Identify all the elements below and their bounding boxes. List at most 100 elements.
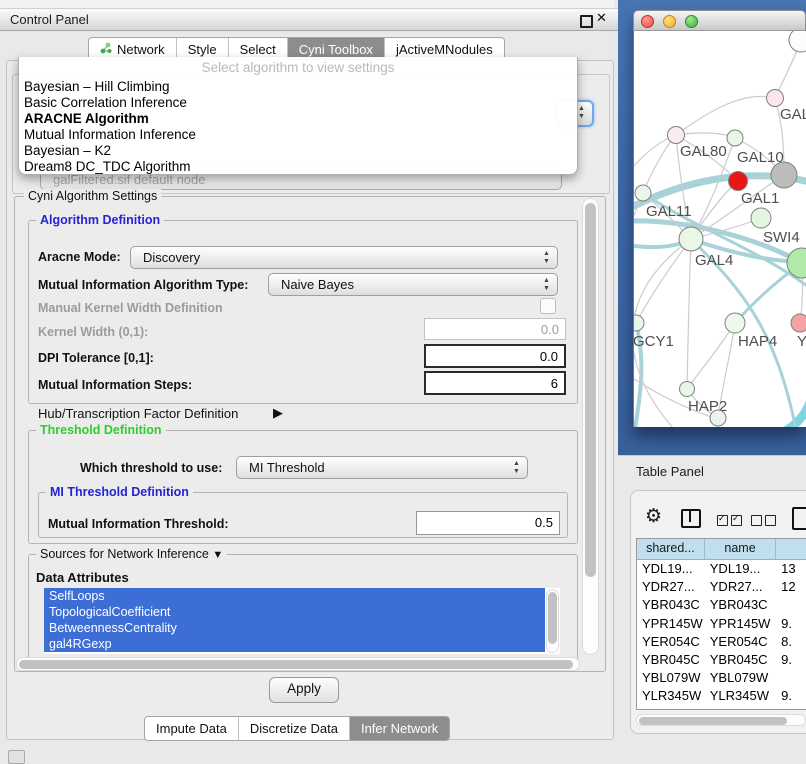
network-canvas[interactable]: GALGAL80GAL10GAL1GAL11SWI4GAL4GCY1HAP4YH…	[633, 31, 806, 427]
node-hap2[interactable]	[680, 382, 695, 397]
table-row[interactable]: YBL079WYBL079W	[637, 669, 806, 687]
node-gal4[interactable]	[679, 227, 703, 251]
table-row[interactable]: YIL052CYIL052C9	[637, 706, 806, 711]
network-window-titlebar[interactable]	[633, 10, 806, 31]
node-gray[interactable]	[771, 162, 797, 188]
top-strip	[0, 0, 614, 8]
tab-discretize-data[interactable]: Discretize Data	[238, 717, 349, 740]
algorithm-option[interactable]: Dream8 DC_TDC Algorithm	[19, 159, 577, 175]
attributes-scrollbar-thumb[interactable]	[548, 592, 557, 644]
settings-box-title: Cyni Algorithm Settings	[24, 189, 161, 203]
deselect-all-checkboxes-icon[interactable]	[751, 513, 779, 531]
node-gal1-label: GAL1	[741, 190, 779, 207]
table-row[interactable]: YER054CYER054C8.	[637, 633, 806, 651]
column-view-icon[interactable]	[681, 509, 701, 528]
dpi-tolerance-field[interactable]: 0.0	[424, 344, 566, 368]
threshold-definition-title: Threshold Definition	[36, 423, 166, 437]
zoom-window-icon[interactable]	[685, 15, 698, 28]
close-window-icon[interactable]	[641, 15, 654, 28]
table-cell: YIL052C	[637, 706, 705, 711]
node-pink-right-label: Y	[797, 333, 806, 350]
table-column-header[interactable]: name	[705, 539, 776, 559]
table-hscrollbar-thumb[interactable]	[639, 717, 787, 725]
node-gcy1[interactable]	[634, 315, 644, 331]
algorithm-option[interactable]: Bayesian – Hill Climbing	[19, 79, 577, 95]
node-gal-cut[interactable]	[767, 90, 784, 107]
node-gcy1-label: GCY1	[634, 333, 674, 350]
gear-icon[interactable]: ⚙	[645, 505, 662, 528]
tab-label: Style	[188, 42, 217, 57]
table-column-header[interactable]: shared...	[637, 539, 705, 559]
collapse-arrow-icon[interactable]: ▼	[212, 549, 223, 561]
mi-steps-label: Mutual Information Steps:	[38, 378, 192, 392]
network-edge[interactable]	[636, 239, 691, 323]
apply-button[interactable]: Apply	[269, 677, 339, 703]
table-cell: YBR045C	[637, 651, 705, 669]
float-panel-icon[interactable]	[580, 15, 593, 28]
mi-threshold-field[interactable]: 0.5	[416, 511, 560, 535]
table-row[interactable]: YLR345WYLR345W9.	[637, 687, 806, 705]
algorithm-option[interactable]: Mutual Information Inference	[19, 127, 577, 143]
node-bottom[interactable]	[710, 410, 726, 426]
attributes-scrollbar-track[interactable]	[546, 589, 559, 653]
node-swi4-label: SWI4	[763, 229, 800, 246]
algorithm-definition-title: Algorithm Definition	[36, 213, 164, 227]
settings-vscrollbar-thumb[interactable]	[585, 203, 596, 577]
table-cell	[776, 669, 806, 687]
table-row[interactable]: YDL19...YDL19...13	[637, 560, 806, 578]
settings-vscrollbar-track[interactable]	[582, 198, 599, 655]
node-gal80[interactable]	[668, 127, 685, 144]
document-icon[interactable]	[792, 507, 806, 530]
table-column-header[interactable]	[776, 539, 806, 559]
aracne-mode-value: Discovery	[143, 247, 200, 269]
minimize-window-icon[interactable]	[663, 15, 676, 28]
mi-type-combo[interactable]: Naive Bayes ▲▼	[268, 273, 558, 296]
settings-hscrollbar-track[interactable]	[16, 657, 580, 671]
close-panel-icon[interactable]: ✕	[596, 10, 607, 26]
data-attributes-list[interactable]: SelfLoopsTopologicalCoefficientBetweenne…	[44, 588, 560, 654]
node-gal1[interactable]	[729, 172, 748, 191]
table-hscrollbar-track[interactable]	[636, 714, 806, 726]
aracne-mode-combo[interactable]: Discovery ▲▼	[130, 246, 558, 269]
table-cell: 9	[776, 706, 806, 711]
algorithm-option[interactable]: ARACNE Algorithm	[19, 111, 577, 127]
table-panel-title: Table Panel	[636, 464, 704, 479]
table-row[interactable]: YBR043CYBR043C	[637, 596, 806, 614]
node-gal10[interactable]	[727, 130, 743, 146]
table-row[interactable]: YPR145WYPR145W9.	[637, 615, 806, 633]
node-swi4[interactable]	[751, 208, 771, 228]
network-edge[interactable]	[687, 239, 691, 389]
network-edge[interactable]	[687, 323, 735, 389]
mi-steps-field[interactable]: 6	[424, 371, 566, 395]
mi-threshold-label: Mutual Information Threshold:	[48, 517, 229, 531]
tab-impute-data[interactable]: Impute Data	[145, 717, 238, 740]
combo-spinner-icon: ▲▼	[542, 250, 551, 266]
combo-spinner-icon: ▲▼	[577, 105, 586, 121]
which-threshold-combo[interactable]: MI Threshold ▲▼	[236, 456, 528, 479]
aracne-mode-label: Aracne Mode:	[38, 250, 121, 264]
table-cell: YLR345W	[705, 687, 776, 705]
algorithm-option[interactable]: Basic Correlation Inference	[19, 95, 577, 111]
node-gal11[interactable]	[635, 185, 651, 201]
node-gal10-label: GAL10	[737, 149, 784, 166]
hub-definition-label[interactable]: Hub/Transcription Factor Definition	[38, 406, 238, 421]
table-cell: YBL079W	[705, 669, 776, 687]
table-row[interactable]: YBR045CYBR045C9.	[637, 651, 806, 669]
table-cell: YDL19...	[637, 560, 705, 578]
node-pink-right[interactable]	[791, 314, 806, 332]
node-hap4[interactable]	[725, 313, 745, 333]
expand-arrow-icon[interactable]: ▶	[273, 405, 283, 421]
network-view-window[interactable]: GALGAL80GAL10GAL1GAL11SWI4GAL4GCY1HAP4YH…	[633, 10, 806, 427]
select-all-checkboxes-icon[interactable]	[717, 513, 745, 531]
node-table[interactable]: shared...name YDL19...YDL19...13YDR27...…	[636, 538, 806, 710]
network-edge[interactable]	[676, 96, 775, 135]
attribute-item-gal4rgexp[interactable]: gal4RGexp	[44, 636, 545, 652]
attribute-item-selfloops[interactable]: SelfLoops	[44, 588, 545, 604]
tab-infer-network[interactable]: Infer Network	[349, 717, 449, 740]
settings-hscrollbar-thumb[interactable]	[19, 660, 573, 669]
attribute-item-topologicalcoefficient[interactable]: TopologicalCoefficient	[44, 604, 545, 620]
algorithm-option[interactable]: Bayesian – K2	[19, 143, 577, 159]
attribute-item-betweennesscentrality[interactable]: BetweennessCentrality	[44, 620, 545, 636]
table-row[interactable]: YDR27...YDR27...12	[637, 578, 806, 596]
node-cut-top[interactable]	[789, 31, 806, 52]
